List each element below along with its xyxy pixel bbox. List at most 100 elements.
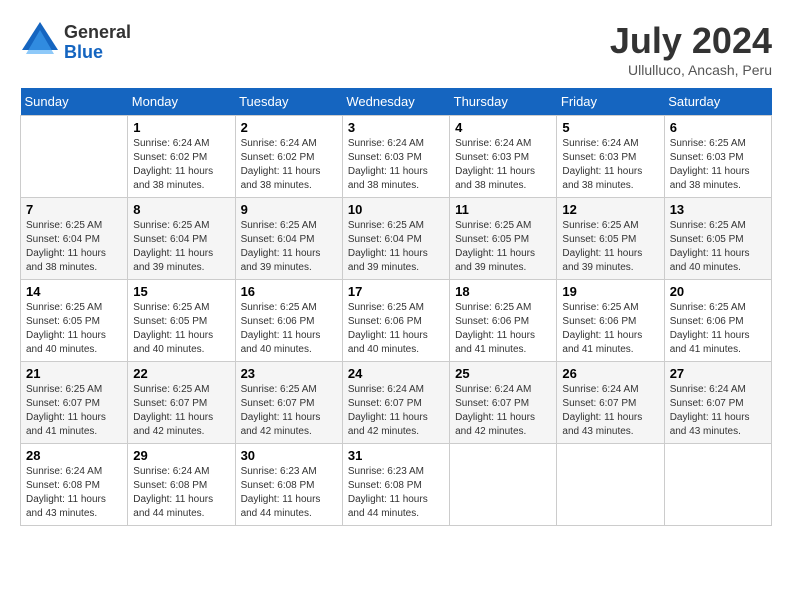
day-number: 8 bbox=[133, 202, 229, 217]
day-info: Sunrise: 6:23 AMSunset: 6:08 PMDaylight:… bbox=[348, 465, 444, 521]
day-number: 19 bbox=[562, 284, 658, 299]
day-info: Sunrise: 6:25 AMSunset: 6:05 PMDaylight:… bbox=[562, 219, 658, 275]
calendar-cell-w1-d2: 1 Sunrise: 6:24 AMSunset: 6:02 PMDaylight… bbox=[128, 116, 235, 198]
day-info: Sunrise: 6:25 AMSunset: 6:04 PMDaylight:… bbox=[241, 219, 337, 275]
calendar-cell-w2-d4: 10 Sunrise: 6:25 AMSunset: 6:04 PMDayligh… bbox=[342, 198, 449, 280]
day-number: 18 bbox=[455, 284, 551, 299]
calendar-cell-w5-d7 bbox=[664, 444, 771, 526]
header-wednesday: Wednesday bbox=[342, 88, 449, 116]
day-info: Sunrise: 6:25 AMSunset: 6:07 PMDaylight:… bbox=[241, 383, 337, 439]
calendar-cell-w3-d7: 20 Sunrise: 6:25 AMSunset: 6:06 PMDayligh… bbox=[664, 280, 771, 362]
header-saturday: Saturday bbox=[664, 88, 771, 116]
day-info: Sunrise: 6:24 AMSunset: 6:02 PMDaylight:… bbox=[133, 137, 229, 193]
day-info: Sunrise: 6:25 AMSunset: 6:06 PMDaylight:… bbox=[562, 301, 658, 357]
calendar-cell-w2-d5: 11 Sunrise: 6:25 AMSunset: 6:05 PMDayligh… bbox=[450, 198, 557, 280]
day-info: Sunrise: 6:23 AMSunset: 6:08 PMDaylight:… bbox=[241, 465, 337, 521]
day-info: Sunrise: 6:24 AMSunset: 6:03 PMDaylight:… bbox=[348, 137, 444, 193]
day-number: 25 bbox=[455, 366, 551, 381]
day-info: Sunrise: 6:25 AMSunset: 6:05 PMDaylight:… bbox=[133, 301, 229, 357]
day-number: 29 bbox=[133, 448, 229, 463]
day-info: Sunrise: 6:24 AMSunset: 6:03 PMDaylight:… bbox=[562, 137, 658, 193]
day-info: Sunrise: 6:25 AMSunset: 6:06 PMDaylight:… bbox=[348, 301, 444, 357]
page-header: General Blue July 2024 Ullulluco, Ancash… bbox=[20, 20, 772, 78]
day-number: 17 bbox=[348, 284, 444, 299]
day-number: 3 bbox=[348, 120, 444, 135]
location-subtitle: Ullulluco, Ancash, Peru bbox=[610, 62, 772, 78]
day-info: Sunrise: 6:25 AMSunset: 6:03 PMDaylight:… bbox=[670, 137, 766, 193]
calendar-cell-w4-d5: 25 Sunrise: 6:24 AMSunset: 6:07 PMDayligh… bbox=[450, 362, 557, 444]
day-info: Sunrise: 6:25 AMSunset: 6:06 PMDaylight:… bbox=[455, 301, 551, 357]
day-info: Sunrise: 6:24 AMSunset: 6:07 PMDaylight:… bbox=[670, 383, 766, 439]
day-number: 5 bbox=[562, 120, 658, 135]
day-info: Sunrise: 6:25 AMSunset: 6:04 PMDaylight:… bbox=[26, 219, 122, 275]
day-number: 15 bbox=[133, 284, 229, 299]
header-sunday: Sunday bbox=[21, 88, 128, 116]
day-number: 10 bbox=[348, 202, 444, 217]
calendar-cell-w5-d4: 31 Sunrise: 6:23 AMSunset: 6:08 PMDayligh… bbox=[342, 444, 449, 526]
calendar-cell-w5-d5 bbox=[450, 444, 557, 526]
calendar-cell-w2-d3: 9 Sunrise: 6:25 AMSunset: 6:04 PMDaylight… bbox=[235, 198, 342, 280]
day-number: 14 bbox=[26, 284, 122, 299]
day-number: 2 bbox=[241, 120, 337, 135]
day-number: 27 bbox=[670, 366, 766, 381]
day-info: Sunrise: 6:24 AMSunset: 6:02 PMDaylight:… bbox=[241, 137, 337, 193]
day-info: Sunrise: 6:24 AMSunset: 6:07 PMDaylight:… bbox=[455, 383, 551, 439]
day-number: 11 bbox=[455, 202, 551, 217]
calendar-week-1: 1 Sunrise: 6:24 AMSunset: 6:02 PMDaylight… bbox=[21, 116, 772, 198]
day-number: 20 bbox=[670, 284, 766, 299]
day-info: Sunrise: 6:25 AMSunset: 6:07 PMDaylight:… bbox=[26, 383, 122, 439]
day-info: Sunrise: 6:24 AMSunset: 6:07 PMDaylight:… bbox=[348, 383, 444, 439]
calendar-cell-w2-d2: 8Sunrise: 6:25 AMSunset: 6:04 PMDaylight… bbox=[128, 198, 235, 280]
calendar-cell-w4-d7: 27 Sunrise: 6:24 AMSunset: 6:07 PMDayligh… bbox=[664, 362, 771, 444]
day-number: 4 bbox=[455, 120, 551, 135]
header-tuesday: Tuesday bbox=[235, 88, 342, 116]
day-number: 16 bbox=[241, 284, 337, 299]
day-number: 13 bbox=[670, 202, 766, 217]
calendar-cell-w3-d1: 14Sunrise: 6:25 AMSunset: 6:05 PMDayligh… bbox=[21, 280, 128, 362]
day-info: Sunrise: 6:25 AMSunset: 6:06 PMDaylight:… bbox=[670, 301, 766, 357]
day-number: 21 bbox=[26, 366, 122, 381]
day-info: Sunrise: 6:24 AMSunset: 6:07 PMDaylight:… bbox=[562, 383, 658, 439]
header-friday: Friday bbox=[557, 88, 664, 116]
day-number: 6 bbox=[670, 120, 766, 135]
day-info: Sunrise: 6:24 AMSunset: 6:08 PMDaylight:… bbox=[26, 465, 122, 521]
day-info: Sunrise: 6:24 AMSunset: 6:08 PMDaylight:… bbox=[133, 465, 229, 521]
day-number: 23 bbox=[241, 366, 337, 381]
calendar-cell-w4-d2: 22 Sunrise: 6:25 AMSunset: 6:07 PMDayligh… bbox=[128, 362, 235, 444]
day-info: Sunrise: 6:24 AMSunset: 6:03 PMDaylight:… bbox=[455, 137, 551, 193]
calendar-cell-w3-d6: 19 Sunrise: 6:25 AMSunset: 6:06 PMDayligh… bbox=[557, 280, 664, 362]
day-number: 1 bbox=[133, 120, 229, 135]
title-section: July 2024 Ullulluco, Ancash, Peru bbox=[610, 20, 772, 78]
calendar-cell-w4-d4: 24 Sunrise: 6:24 AMSunset: 6:07 PMDayligh… bbox=[342, 362, 449, 444]
calendar-week-2: 7Sunrise: 6:25 AMSunset: 6:04 PMDaylight… bbox=[21, 198, 772, 280]
calendar-cell-w1-d7: 6 Sunrise: 6:25 AMSunset: 6:03 PMDaylight… bbox=[664, 116, 771, 198]
calendar-cell-w2-d1: 7Sunrise: 6:25 AMSunset: 6:04 PMDaylight… bbox=[21, 198, 128, 280]
calendar-cell-w1-d5: 4 Sunrise: 6:24 AMSunset: 6:03 PMDaylight… bbox=[450, 116, 557, 198]
day-info: Sunrise: 6:25 AMSunset: 6:07 PMDaylight:… bbox=[133, 383, 229, 439]
logo-general: General bbox=[64, 23, 131, 43]
calendar-cell-w2-d6: 12 Sunrise: 6:25 AMSunset: 6:05 PMDayligh… bbox=[557, 198, 664, 280]
day-number: 31 bbox=[348, 448, 444, 463]
day-number: 26 bbox=[562, 366, 658, 381]
calendar-cell-w4-d1: 21 Sunrise: 6:25 AMSunset: 6:07 PMDayligh… bbox=[21, 362, 128, 444]
calendar-cell-w3-d4: 17 Sunrise: 6:25 AMSunset: 6:06 PMDayligh… bbox=[342, 280, 449, 362]
day-number: 30 bbox=[241, 448, 337, 463]
logo: General Blue bbox=[20, 20, 131, 65]
day-number: 12 bbox=[562, 202, 658, 217]
day-info: Sunrise: 6:25 AMSunset: 6:05 PMDaylight:… bbox=[455, 219, 551, 275]
header-monday: Monday bbox=[128, 88, 235, 116]
calendar-cell-w3-d2: 15 Sunrise: 6:25 AMSunset: 6:05 PMDayligh… bbox=[128, 280, 235, 362]
calendar-week-5: 28Sunrise: 6:24 AMSunset: 6:08 PMDayligh… bbox=[21, 444, 772, 526]
day-number: 9 bbox=[241, 202, 337, 217]
calendar-cell-w2-d7: 13Sunrise: 6:25 AMSunset: 6:05 PMDayligh… bbox=[664, 198, 771, 280]
calendar-table: Sunday Monday Tuesday Wednesday Thursday… bbox=[20, 88, 772, 526]
day-number: 24 bbox=[348, 366, 444, 381]
calendar-cell-w5-d6 bbox=[557, 444, 664, 526]
calendar-header-row: Sunday Monday Tuesday Wednesday Thursday… bbox=[21, 88, 772, 116]
calendar-week-3: 14 Sunrise: 6:25 AMSunset: 6:05 PMDayligh… bbox=[21, 280, 772, 362]
month-year-title: July 2024 bbox=[610, 20, 772, 62]
calendar-cell-w4-d3: 23 Sunrise: 6:25 AMSunset: 6:07 PMDayligh… bbox=[235, 362, 342, 444]
day-info: Sunrise: 6:25 AMSunset: 6:04 PMDaylight:… bbox=[348, 219, 444, 275]
day-number: 22 bbox=[133, 366, 229, 381]
calendar-cell-w4-d6: 26 Sunrise: 6:24 AMSunset: 6:07 PMDayligh… bbox=[557, 362, 664, 444]
